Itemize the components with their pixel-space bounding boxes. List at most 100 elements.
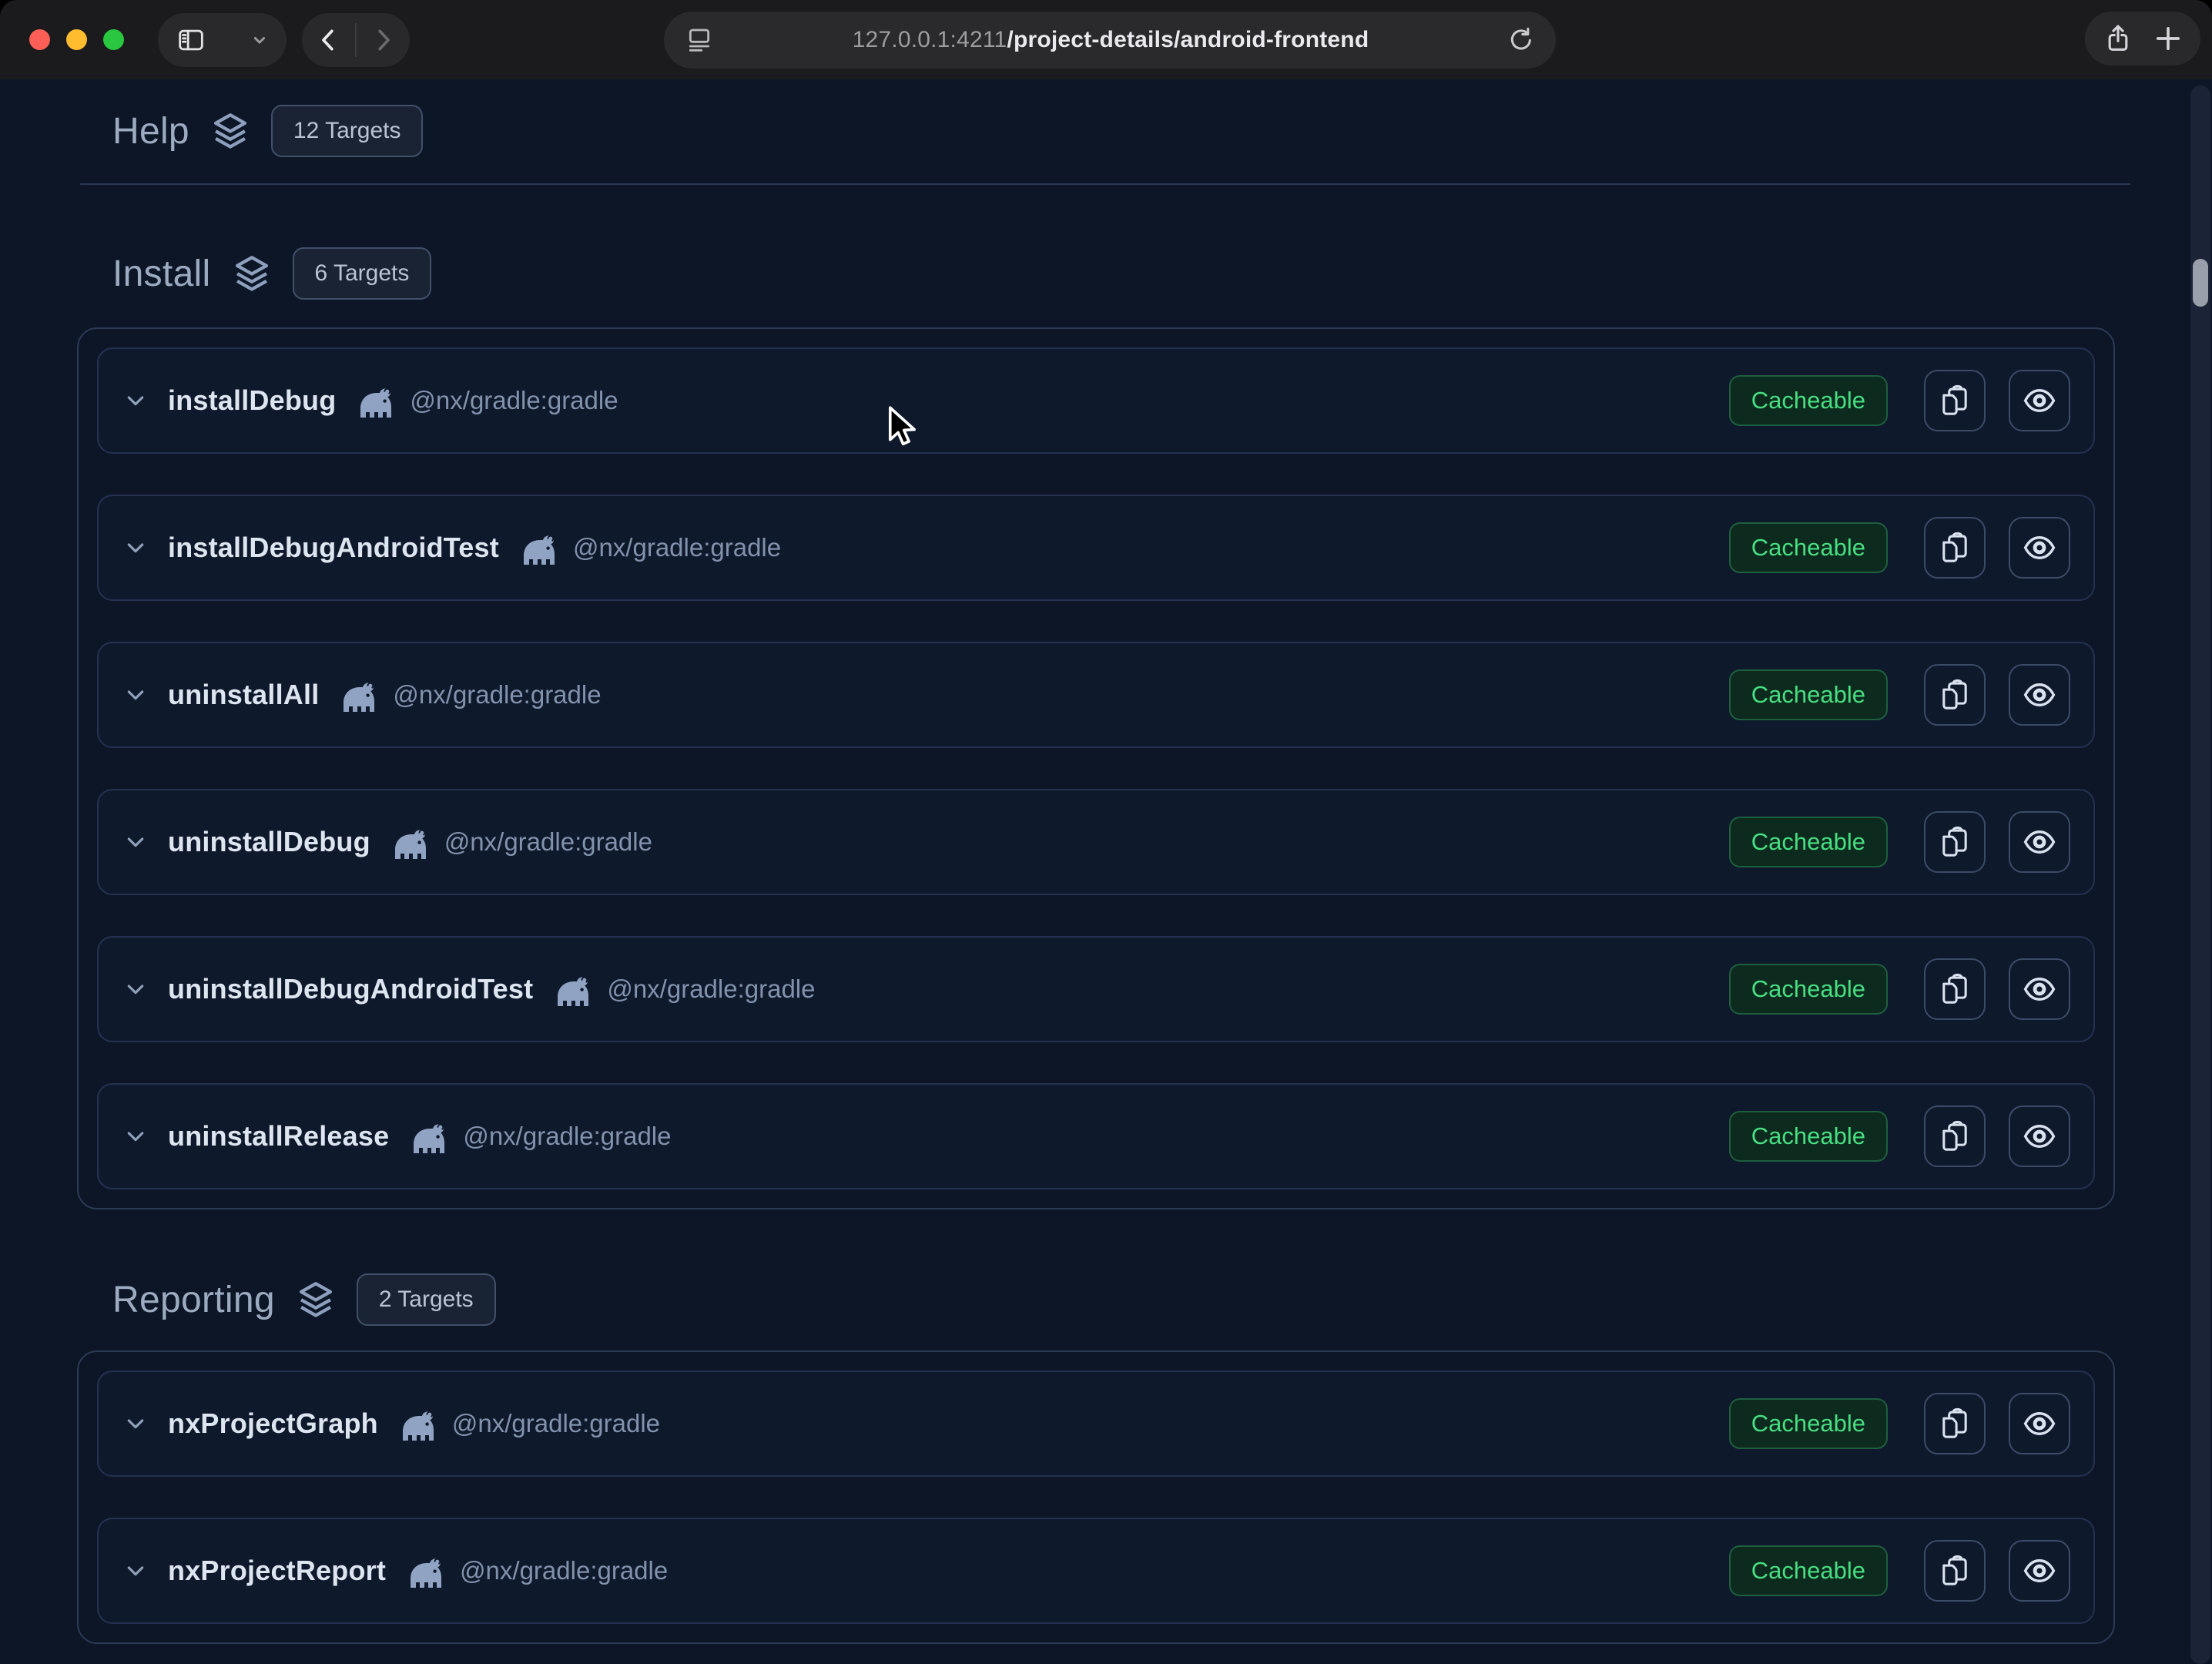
cacheable-badge: Cacheable — [1729, 375, 1888, 426]
targets-count-badge: 6 Targets — [293, 247, 432, 300]
view-target-button[interactable] — [2009, 517, 2070, 579]
new-tab-icon[interactable] — [2151, 22, 2185, 55]
close-window-button[interactable] — [29, 29, 50, 50]
targets-group-reporting: nxProjectGraph @nx/gradle:gradle Cacheab… — [77, 1350, 2115, 1644]
back-icon[interactable] — [313, 25, 344, 55]
section-header-reporting: Reporting 2 Targets — [112, 1272, 2212, 1327]
target-row[interactable]: uninstallDebug @nx/gradle:gradle Cacheab… — [97, 789, 2095, 895]
target-row[interactable]: uninstallAll @nx/gradle:gradle Cacheable — [97, 642, 2095, 748]
view-target-button[interactable] — [2009, 811, 2070, 873]
project-details-page: Help 12 Targets Install 6 Targe — [0, 79, 2212, 1664]
view-target-button[interactable] — [2009, 1540, 2070, 1602]
gradle-elephant-icon — [389, 827, 432, 862]
layers-icon — [231, 253, 273, 294]
chevron-down-icon[interactable] — [122, 1557, 149, 1585]
chevron-down-icon[interactable] — [122, 387, 149, 414]
target-name: installDebug — [168, 384, 336, 417]
target-executor: @nx/gradle:gradle — [463, 1122, 671, 1151]
browser-window: 127.0.0.1:4211/project-details/android-f… — [0, 0, 2212, 1664]
sidebar-icon[interactable] — [175, 24, 207, 56]
nav-divider — [355, 23, 357, 57]
copy-target-button[interactable] — [1924, 664, 1986, 726]
sidebar-toggle-group[interactable] — [158, 13, 287, 67]
share-icon[interactable] — [2101, 22, 2135, 55]
section-header-install: Install 6 Targets — [112, 246, 2212, 301]
traffic-lights — [29, 29, 124, 50]
reload-icon[interactable] — [1507, 25, 1536, 55]
view-target-button[interactable] — [2009, 958, 2070, 1020]
gradle-elephant-icon — [337, 679, 380, 715]
target-executor: @nx/gradle:gradle — [410, 386, 618, 415]
copy-target-button[interactable] — [1924, 958, 1986, 1020]
cacheable-badge: Cacheable — [1729, 1398, 1888, 1449]
gradle-elephant-icon — [518, 532, 561, 568]
fullscreen-window-button[interactable] — [103, 29, 124, 50]
url-bar[interactable]: 127.0.0.1:4211/project-details/android-f… — [664, 12, 1556, 69]
gradle-elephant-icon — [407, 1121, 451, 1156]
chevron-down-icon[interactable] — [122, 534, 149, 562]
cacheable-badge: Cacheable — [1729, 522, 1888, 573]
target-row[interactable]: nxProjectGraph @nx/gradle:gradle Cacheab… — [97, 1370, 2095, 1477]
chevron-down-icon[interactable] — [122, 975, 149, 1003]
target-name: nxProjectReport — [168, 1555, 386, 1587]
target-row[interactable]: uninstallRelease @nx/gradle:gradle Cache… — [97, 1083, 2095, 1189]
copy-target-button[interactable] — [1924, 517, 1986, 579]
target-name: uninstallDebugAndroidTest — [168, 973, 533, 1005]
target-name: nxProjectGraph — [168, 1407, 378, 1440]
gradle-elephant-icon — [551, 974, 595, 1009]
chevron-down-icon[interactable] — [122, 828, 149, 856]
view-target-button[interactable] — [2009, 664, 2070, 726]
section-title: Help — [112, 110, 189, 153]
chevron-down-icon[interactable] — [248, 29, 271, 52]
gradle-elephant-icon — [354, 385, 397, 421]
target-executor: @nx/gradle:gradle — [460, 1556, 668, 1585]
scrollbar-track[interactable] — [2190, 86, 2210, 1664]
target-name: uninstallRelease — [168, 1120, 389, 1152]
layers-icon — [295, 1279, 337, 1320]
cacheable-badge: Cacheable — [1729, 964, 1888, 1015]
gradle-elephant-icon — [404, 1555, 447, 1591]
copy-target-button[interactable] — [1924, 370, 1986, 431]
url-host: 127.0.0.1:4211 — [853, 27, 1007, 52]
copy-target-button[interactable] — [1924, 1393, 1986, 1454]
target-name: uninstallDebug — [168, 826, 370, 858]
target-row[interactable]: installDebug @nx/gradle:gradle Cacheable — [97, 347, 2095, 454]
target-executor: @nx/gradle:gradle — [607, 975, 815, 1004]
target-executor: @nx/gradle:gradle — [573, 533, 781, 562]
scrollbar-thumb[interactable] — [2193, 259, 2208, 307]
toolbar-actions-group — [2085, 12, 2200, 65]
cacheable-badge: Cacheable — [1729, 817, 1888, 867]
layers-icon — [209, 110, 251, 152]
page-settings-icon[interactable] — [684, 25, 715, 55]
copy-target-button[interactable] — [1924, 1105, 1986, 1167]
section-title: Install — [112, 253, 211, 295]
minimize-window-button[interactable] — [66, 29, 87, 50]
forward-icon[interactable] — [367, 25, 398, 55]
browser-toolbar: 127.0.0.1:4211/project-details/android-f… — [0, 0, 2212, 79]
url-path: /project-details/android-frontend — [1007, 27, 1369, 52]
section-header-help: Help 12 Targets — [112, 79, 2212, 159]
copy-target-button[interactable] — [1924, 1540, 1986, 1602]
view-target-button[interactable] — [2009, 1393, 2070, 1454]
target-executor: @nx/gradle:gradle — [452, 1409, 660, 1438]
targets-count-badge: 2 Targets — [357, 1273, 496, 1326]
chevron-down-icon[interactable] — [122, 1410, 149, 1438]
targets-group-install: installDebug @nx/gradle:gradle Cacheable — [77, 327, 2115, 1209]
gradle-elephant-icon — [397, 1408, 440, 1444]
nav-buttons-group — [302, 13, 410, 67]
view-target-button[interactable] — [2009, 1105, 2070, 1167]
target-row[interactable]: uninstallDebugAndroidTest @nx/gradle:gra… — [97, 936, 2095, 1042]
view-target-button[interactable] — [2009, 370, 2070, 431]
cacheable-badge: Cacheable — [1729, 1111, 1888, 1162]
target-row[interactable]: installDebugAndroidTest @nx/gradle:gradl… — [97, 495, 2095, 601]
cacheable-badge: Cacheable — [1729, 669, 1888, 720]
chevron-down-icon[interactable] — [122, 681, 149, 709]
target-executor: @nx/gradle:gradle — [444, 827, 652, 857]
target-row[interactable]: nxProjectReport @nx/gradle:gradle Cachea… — [97, 1518, 2095, 1624]
url-text[interactable]: 127.0.0.1:4211/project-details/android-f… — [715, 27, 1507, 53]
copy-target-button[interactable] — [1924, 811, 1986, 873]
chevron-down-icon[interactable] — [122, 1122, 149, 1150]
section-divider — [80, 183, 2130, 185]
target-name: uninstallAll — [168, 679, 319, 711]
cacheable-badge: Cacheable — [1729, 1545, 1888, 1596]
